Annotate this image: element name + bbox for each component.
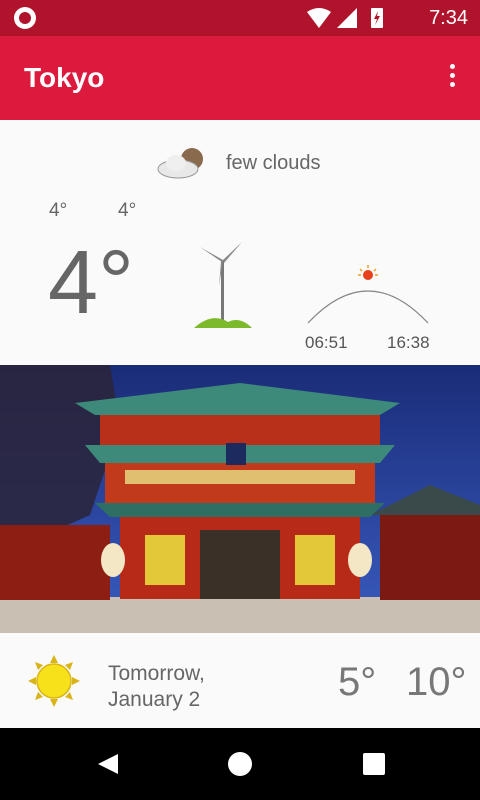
forecast-high-temp: 10° (406, 660, 467, 704)
wind-turbine-icon (194, 242, 252, 328)
sun-icon (28, 655, 80, 707)
temp-max: 4° (118, 200, 137, 221)
app-bar: Tokyo (0, 36, 480, 120)
city-title: Tokyo (24, 62, 105, 93)
overflow-menu-button[interactable] (442, 64, 462, 92)
forecast-low-temp: 5° (338, 660, 377, 704)
back-icon[interactable] (96, 752, 120, 776)
notification-icon (14, 7, 36, 29)
status-time: 7:34 (429, 7, 468, 29)
recent-apps-icon[interactable] (363, 753, 385, 775)
sun-path-arc (307, 265, 429, 324)
forecast-day-label: Tomorrow, (108, 662, 205, 685)
dot-icon (449, 73, 455, 78)
sunrise-time: 06:51 (305, 333, 348, 352)
dot-icon (449, 64, 455, 69)
forecast-date-label: January 2 (108, 688, 201, 711)
current-temperature: 4° (48, 233, 135, 333)
sunset-time: 16:38 (387, 333, 430, 352)
status-bar: 7:34 (0, 0, 480, 36)
status-icons (307, 8, 383, 28)
cell-signal-icon (337, 8, 357, 28)
few-clouds-icon (157, 148, 203, 179)
forecast-date: Tomorrow, January 2 (108, 661, 205, 713)
condition-label: few clouds (226, 152, 321, 174)
city-photo (0, 365, 480, 633)
current-weather-card: few clouds 4° 4° 4° 06:51 16:38 (0, 120, 480, 365)
forecast-row[interactable]: Tomorrow, January 2 5° 10° (0, 633, 480, 728)
wifi-icon (307, 8, 331, 28)
temp-min: 4° (49, 200, 68, 221)
dot-icon (449, 82, 455, 87)
system-nav-bar (0, 728, 480, 800)
sun-position-icon (363, 270, 373, 280)
home-icon[interactable] (228, 752, 252, 776)
